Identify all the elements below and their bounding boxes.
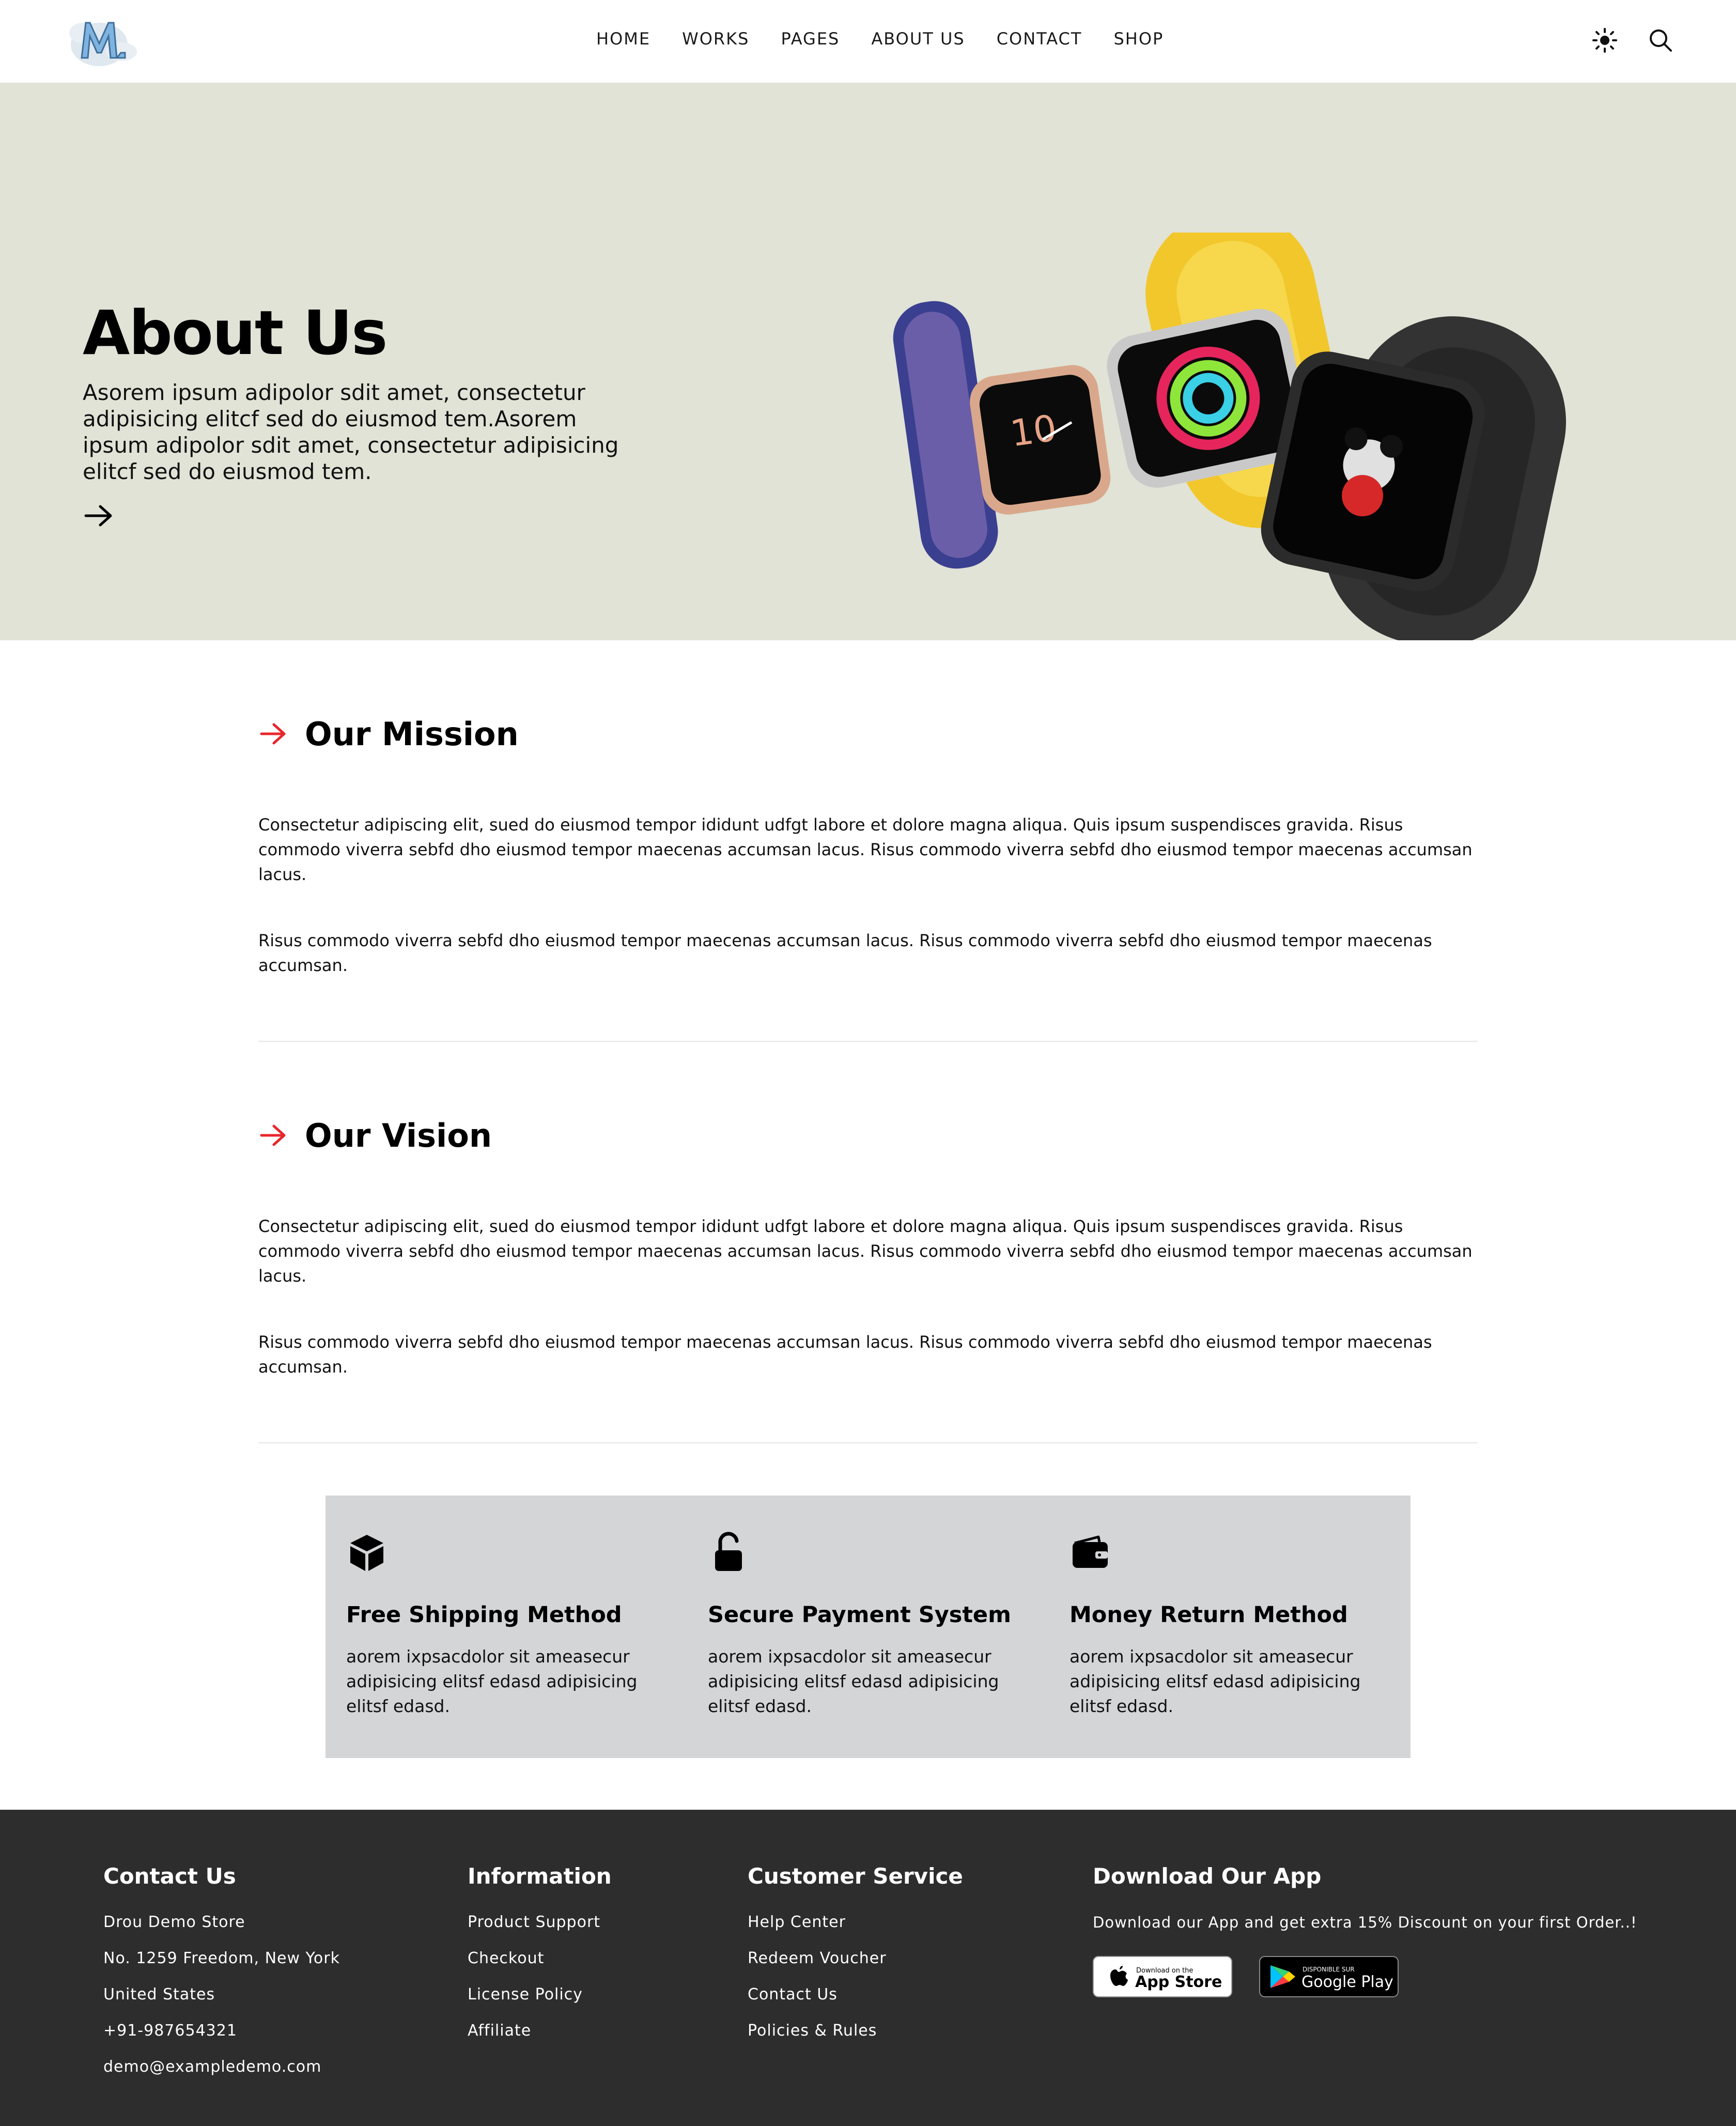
feature-text: aorem ixpsacdolor sit ameasecur adipisic… (1070, 1646, 1361, 1716)
store-country: United States (103, 1985, 215, 2004)
blue-watch: 10 (893, 301, 1111, 569)
google-play-big-text: Google Play (1301, 1973, 1393, 1991)
divider (258, 1041, 1478, 1042)
store-address: No. 1259 Freedom, New York (103, 1949, 340, 1967)
app-store-button[interactable]: Download on the App Store (1093, 1956, 1232, 1997)
svg-text:10: 10 (1008, 407, 1059, 455)
vision-paragraph-2: Risus commodo viverra sebfd dho eiusmod … (258, 1332, 1432, 1377)
footer-download-app: Download Our App Download our App and ge… (1093, 1863, 1637, 1997)
mission-title: Our Mission (305, 715, 519, 753)
nav-shop[interactable]: SHOP (1113, 29, 1164, 49)
site-header: HOME WORKS PAGES ABOUT US CONTACT SHOP (0, 0, 1736, 83)
box-icon (350, 1535, 383, 1571)
feature-text: aorem ixpsacdolor sit ameasecur adipisic… (346, 1646, 638, 1716)
page-title: About Us (83, 297, 388, 368)
google-play-button[interactable]: DISPONIBLE SUR Google Play (1259, 1956, 1399, 1997)
search-icon[interactable] (1646, 26, 1675, 55)
store-badges: Download on the App Store DISPONIBLE SUR… (1093, 1956, 1637, 1997)
brand-logo[interactable] (67, 7, 145, 69)
main-nav: HOME WORKS PAGES ABOUT US CONTACT SHOP (596, 29, 1164, 49)
nav-home[interactable]: HOME (596, 29, 650, 49)
footer-contact: Contact Us Drou Demo Store No. 1259 Free… (103, 1863, 340, 2085)
feature-return: Money Return Method aorem ixpsacdolor si… (1049, 1496, 1380, 1758)
footer-link-help-center[interactable]: Help Center (748, 1904, 963, 1940)
mission-paragraph-2: Risus commodo viverra sebfd dho eiusmod … (258, 931, 1432, 975)
mission-paragraph-1: Consectetur adipiscing elit, sued do eiu… (258, 815, 1473, 884)
arrow-right-icon[interactable] (83, 501, 116, 530)
site-footer: Contact Us Drou Demo Store No. 1259 Free… (0, 1810, 1736, 2126)
nav-works[interactable]: WORKS (682, 29, 749, 49)
footer-link-redeem-voucher[interactable]: Redeem Voucher (748, 1940, 963, 1977)
google-play-small-text: DISPONIBLE SUR (1303, 1966, 1355, 1973)
vision-paragraph-1: Consectetur adipiscing elit, sued do eiu… (258, 1216, 1473, 1286)
mission-heading: Our Mission (258, 713, 519, 754)
footer-heading: Download Our App (1093, 1863, 1322, 1889)
feature-text: aorem ixpsacdolor sit ameasecur adipisic… (708, 1646, 999, 1716)
vision-heading: Our Vision (258, 1115, 492, 1156)
feature-title: Free Shipping Method (346, 1602, 622, 1628)
app-promo-text: Download our App and get extra 15% Disco… (1093, 1914, 1637, 1931)
wallet-icon (1073, 1535, 1108, 1568)
footer-link-contact-us[interactable]: Contact Us (748, 1977, 963, 2013)
footer-heading: Contact Us (103, 1863, 236, 1889)
footer-link-policies[interactable]: Policies & Rules (748, 2013, 963, 2049)
footer-link-checkout[interactable]: Checkout (468, 1940, 612, 1977)
footer-heading: Customer Service (748, 1863, 963, 1889)
footer-link-license-policy[interactable]: License Policy (468, 1977, 612, 2013)
footer-customer-service: Customer Service Help Center Redeem Vouc… (748, 1863, 963, 2049)
app-store-big-text: App Store (1135, 1973, 1222, 1991)
hero-description: Asorem ipsum adipolor sdit amet, consect… (83, 380, 619, 484)
hero-banner: About Us Asorem ipsum adipolor sdit amet… (0, 83, 1736, 640)
feature-title: Money Return Method (1070, 1602, 1348, 1628)
nav-pages[interactable]: PAGES (781, 29, 840, 49)
vision-title: Our Vision (305, 1116, 492, 1154)
feature-title: Secure Payment System (708, 1602, 1011, 1628)
smartwatches-image: 10 (893, 233, 1566, 640)
sun-icon[interactable] (1590, 26, 1619, 55)
feature-payment: Secure Payment System aorem ixpsacdolor … (687, 1496, 1018, 1758)
arrow-right-icon (260, 1124, 286, 1146)
store-name: Drou Demo Store (103, 1913, 245, 1931)
footer-link-product-support[interactable]: Product Support (468, 1904, 612, 1940)
arrow-right-icon (260, 723, 286, 745)
divider (258, 1442, 1478, 1443)
footer-information: Information Product Support Checkout Lic… (468, 1863, 612, 2049)
store-phone[interactable]: +91-987654321 (103, 2013, 340, 2049)
footer-link-affiliate[interactable]: Affiliate (468, 2013, 612, 2049)
nav-contact[interactable]: CONTACT (997, 29, 1082, 49)
features-panel: Free Shipping Method aorem ixpsacdolor s… (326, 1496, 1411, 1758)
footer-heading: Information (468, 1863, 612, 1889)
nav-about-us[interactable]: ABOUT US (871, 29, 965, 49)
store-email[interactable]: demo@exampledemo.com (103, 2049, 340, 2085)
unlock-icon (715, 1532, 742, 1571)
feature-shipping: Free Shipping Method aorem ixpsacdolor s… (326, 1496, 656, 1758)
